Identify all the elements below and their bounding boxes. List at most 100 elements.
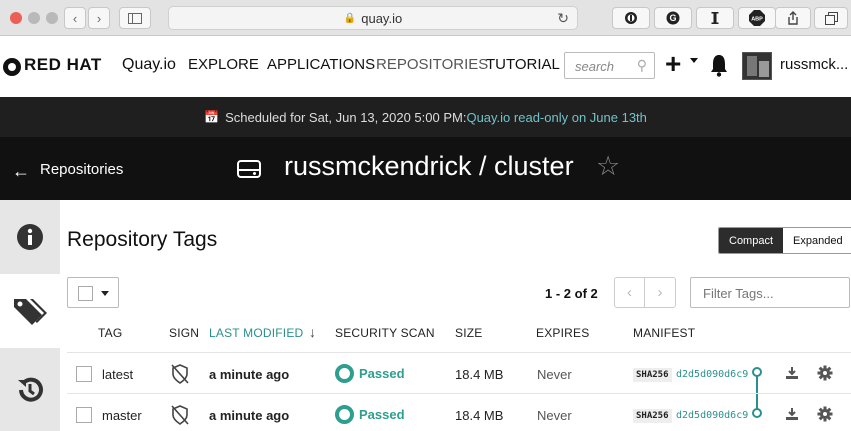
filter-tags-input[interactable]: Filter Tags...	[690, 277, 850, 308]
next-page-button[interactable]: ›	[645, 278, 675, 307]
repository-title: russmckendrick / cluster	[284, 151, 574, 181]
nav-tutorial[interactable]: TUTORIAL	[486, 56, 560, 73]
row-checkbox[interactable]	[76, 407, 92, 423]
sha256-label: SHA256	[633, 409, 672, 423]
extension-adblock-button[interactable]: ABP	[738, 7, 776, 29]
sidebar-icon	[128, 12, 142, 24]
last-modified: a minute ago	[209, 408, 290, 423]
gear-icon[interactable]	[817, 365, 833, 381]
lock-icon: 🔒	[343, 12, 357, 24]
back-to-repositories-link[interactable]: Repositories	[40, 161, 123, 178]
tag-name[interactable]: master	[102, 408, 142, 423]
last-modified: a minute ago	[209, 367, 290, 382]
sidebar-item-tags[interactable]	[0, 274, 60, 348]
pagination-count: 1 - 2 of 2	[545, 286, 598, 301]
column-header-last-modified[interactable]: LAST MODIFIED	[209, 326, 303, 340]
sidebar-item-info[interactable]	[0, 200, 60, 274]
share-icon	[788, 11, 798, 25]
search-icon: ⚲	[636, 57, 647, 73]
extension-1password-button[interactable]	[612, 7, 650, 29]
manifest-digest[interactable]: d2d5d090d6c9	[676, 410, 748, 421]
arrow-left-icon[interactable]: ←	[12, 161, 30, 182]
reload-icon[interactable]: ↻	[557, 10, 569, 27]
manifest-digest[interactable]: d2d5d090d6c9	[676, 369, 748, 380]
image-size: 18.4 MB	[455, 367, 504, 382]
sha256-label: SHA256	[633, 368, 672, 382]
minimize-window-button[interactable]	[28, 12, 40, 24]
column-header-manifest[interactable]: MANIFEST	[633, 326, 695, 340]
sidebar-item-history[interactable]	[0, 348, 60, 431]
svg-text:ABP: ABP	[751, 17, 763, 23]
notifications-bell-icon[interactable]	[709, 53, 729, 77]
compact-view-button[interactable]: Compact	[719, 228, 784, 253]
download-icon[interactable]	[785, 407, 799, 421]
select-all-checkbox[interactable]	[78, 286, 93, 301]
image-size: 18.4 MB	[455, 408, 504, 423]
expires-value[interactable]: Never	[537, 408, 572, 423]
download-icon[interactable]	[785, 366, 799, 380]
chevron-down-icon	[101, 291, 109, 296]
repository-header: ← Repositories russmckendrick / cluster …	[0, 137, 851, 200]
banner-text: Scheduled for Sat, Jun 13, 2020 5:00 PM:	[225, 109, 467, 125]
page-title: Repository Tags	[67, 228, 218, 251]
shield-off-icon	[171, 405, 189, 425]
nav-repositories[interactable]: REPOSITORIES	[376, 56, 488, 73]
manifest-link-dot	[752, 408, 762, 418]
browser-back-button[interactable]: ‹	[64, 7, 86, 29]
chevron-left-icon: ‹	[72, 10, 78, 26]
search-input[interactable]: search ⚲	[564, 52, 655, 79]
tabs-overview-button[interactable]	[814, 7, 848, 29]
previous-page-button[interactable]: ‹	[615, 278, 646, 307]
browser-forward-button[interactable]: ›	[88, 7, 110, 29]
create-new-button[interactable]: +	[665, 48, 681, 80]
history-icon	[18, 377, 43, 402]
search-placeholder: search	[575, 59, 615, 74]
product-name[interactable]: Quay.io	[122, 56, 176, 74]
redhat-logo-icon[interactable]	[3, 58, 21, 76]
repository-drive-icon	[237, 160, 261, 178]
extension-instapaper-button[interactable]	[696, 7, 734, 29]
instapaper-icon	[711, 12, 719, 24]
column-header-tag[interactable]: TAG	[98, 326, 122, 340]
tags-icon	[14, 299, 47, 325]
column-header-expires[interactable]: EXPIRES	[536, 326, 589, 340]
share-button[interactable]	[775, 7, 811, 29]
expanded-view-button[interactable]: Expanded	[783, 228, 851, 253]
close-window-button[interactable]	[10, 12, 22, 24]
sort-descending-icon[interactable]: ↓	[309, 324, 316, 340]
repository-sidebar	[0, 200, 60, 431]
maximize-window-button[interactable]	[46, 12, 58, 24]
onepassword-icon	[625, 12, 637, 24]
adblock-icon: ABP	[749, 10, 765, 26]
scan-status-link[interactable]: Passed	[359, 366, 405, 381]
expires-value[interactable]: Never	[537, 367, 572, 382]
view-mode-toggle: Compact Expanded	[718, 227, 851, 254]
chevron-down-icon[interactable]	[690, 58, 698, 63]
tag-name[interactable]: latest	[102, 367, 133, 382]
star-icon[interactable]: ☆	[596, 151, 620, 182]
filter-placeholder: Filter Tags...	[703, 286, 774, 301]
grammarly-icon: G	[666, 11, 680, 25]
extension-grammarly-button[interactable]: G	[654, 7, 692, 29]
scan-status-link[interactable]: Passed	[359, 407, 405, 422]
banner-link[interactable]: Quay.io read-only on June 13th	[466, 110, 646, 125]
calendar-icon: 📅	[204, 110, 220, 124]
username-menu[interactable]: russmck...	[780, 56, 848, 73]
row-checkbox[interactable]	[76, 366, 92, 382]
column-header-size[interactable]: SIZE	[455, 326, 482, 340]
info-icon	[17, 224, 43, 250]
maintenance-banner: 📅 Scheduled for Sat, Jun 13, 2020 5:00 P…	[0, 97, 851, 137]
brand-logo[interactable]: RED HAT	[24, 55, 102, 75]
scan-status-icon	[335, 405, 354, 424]
sidebar-toggle-button[interactable]	[119, 7, 151, 29]
bulk-select-dropdown[interactable]	[67, 277, 119, 308]
gear-icon[interactable]	[817, 406, 833, 422]
nav-explore[interactable]: EXPLORE	[188, 56, 259, 73]
shield-off-icon	[171, 364, 189, 384]
nav-applications[interactable]: APPLICATIONS	[267, 56, 375, 73]
user-avatar[interactable]	[742, 52, 772, 80]
column-header-security-scan[interactable]: SECURITY SCAN	[335, 326, 435, 340]
address-bar[interactable]: 🔒 quay.io ↻	[168, 6, 578, 30]
column-header-sign[interactable]: SIGN	[169, 326, 199, 340]
svg-text:G: G	[669, 13, 676, 23]
